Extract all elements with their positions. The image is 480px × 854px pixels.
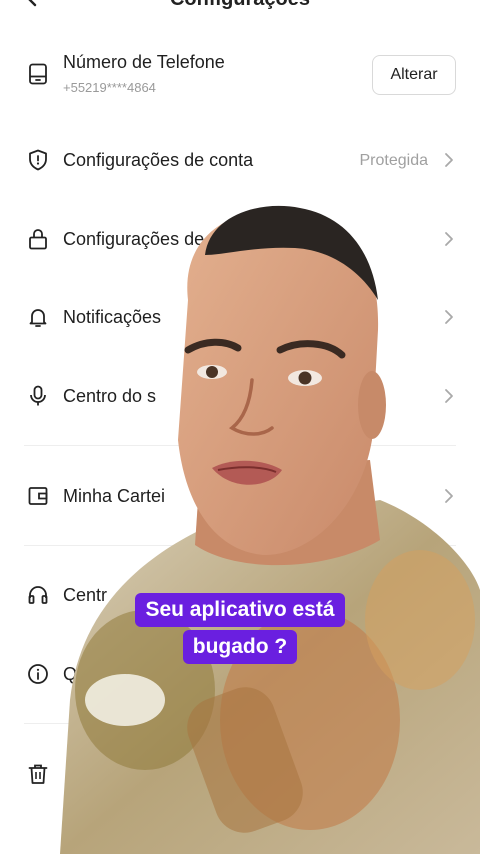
presenter-video-overlay <box>60 205 480 854</box>
